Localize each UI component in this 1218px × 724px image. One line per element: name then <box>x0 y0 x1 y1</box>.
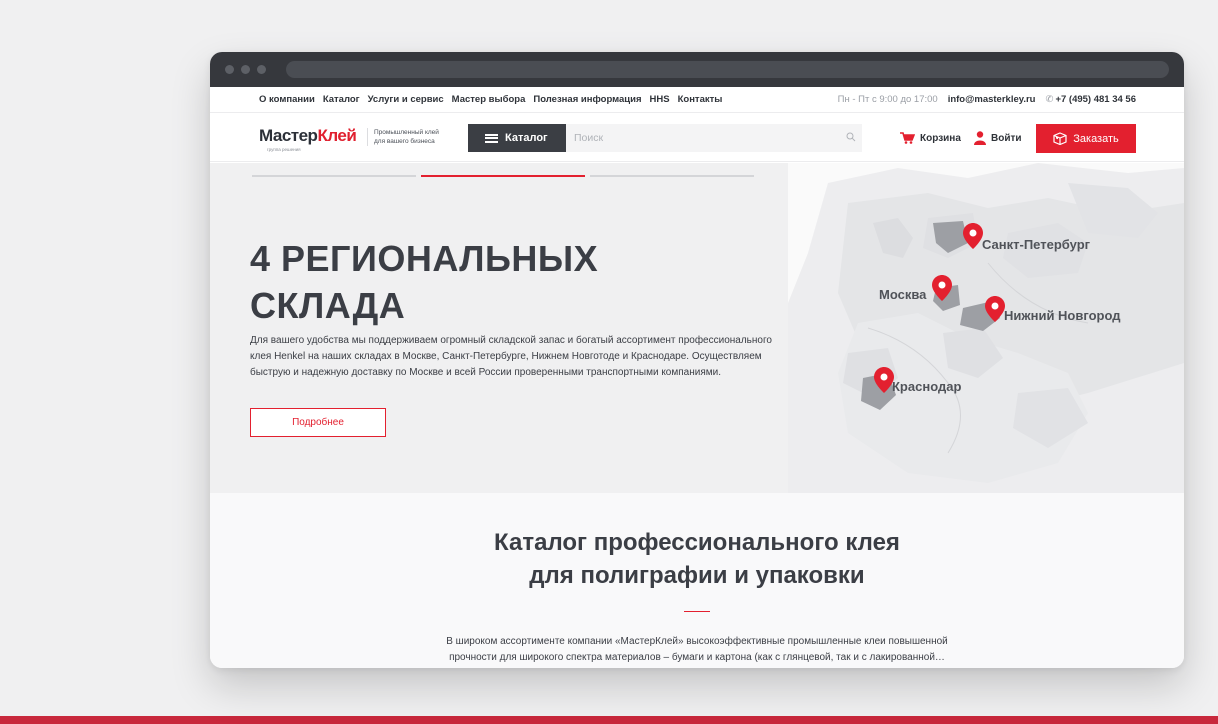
hero-title-line-2: СКЛАДА <box>250 285 406 326</box>
cart-icon <box>900 132 915 144</box>
catalog-button[interactable]: Каталог <box>468 124 566 152</box>
slider-progress-2-active[interactable] <box>421 175 585 177</box>
more-button[interactable]: Подробнее <box>250 408 386 437</box>
cart-link[interactable]: Корзина <box>900 132 961 144</box>
hero-description: Для вашего удобства мы поддерживаем огро… <box>250 335 772 378</box>
hero-banner: 4 РЕГИОНАЛЬНЫХ СКЛАДА Для вашего удобств… <box>210 163 1184 493</box>
nav-item-contacts[interactable]: Контакты <box>678 94 723 105</box>
nav-item-info[interactable]: Полезная информация <box>533 94 641 105</box>
catalog-button-label: Каталог <box>505 132 548 144</box>
map-pin-icon-msk[interactable] <box>932 275 952 301</box>
catalog-title: Каталог профессионального клея для полиг… <box>210 526 1184 592</box>
catalog-text-line-1: В широком ассортименте компании «МастерК… <box>446 636 948 647</box>
cart-label: Корзина <box>920 132 961 144</box>
nav-item-catalog[interactable]: Каталог <box>323 94 360 105</box>
window-dot-maximize[interactable] <box>257 65 266 74</box>
phone-icon: ✆ <box>1045 94 1054 105</box>
search-icon[interactable] <box>846 132 856 142</box>
map-background <box>788 163 1184 493</box>
box-icon <box>1053 132 1067 145</box>
tagline-line-1: Промышленный клей <box>374 129 439 136</box>
city-label-krd: Краснодар <box>892 379 962 394</box>
map-pin-icon-spb[interactable] <box>963 223 983 249</box>
window-dot-minimize[interactable] <box>241 65 250 74</box>
address-bar[interactable] <box>286 61 1169 78</box>
nav-item-services[interactable]: Услуги и сервис <box>368 94 444 105</box>
nav-item-wizard[interactable]: Мастер выбора <box>452 94 526 105</box>
city-label-nn: Нижний Новгород <box>1004 308 1121 323</box>
slider-progress-3[interactable] <box>590 175 754 177</box>
catalog-section: Каталог профессионального клея для полиг… <box>210 493 1184 668</box>
logo-subtitle: группа решения <box>267 147 301 152</box>
browser-chrome <box>210 52 1184 87</box>
hero-title-line-1: 4 РЕГИОНАЛЬНЫХ <box>250 238 599 279</box>
site-header: МастерКлей группа решения Промышленный к… <box>210 112 1184 162</box>
catalog-divider <box>684 611 710 612</box>
logo[interactable]: МастерКлей <box>259 126 357 146</box>
login-link[interactable]: Войти <box>974 131 1022 145</box>
phone-link[interactable]: +7 (495) 481 34 56 <box>1055 94 1136 105</box>
user-icon <box>974 131 986 145</box>
top-bar: О компании Каталог Услуги и сервис Масте… <box>210 87 1184 112</box>
order-button[interactable]: Заказать <box>1036 124 1136 153</box>
working-hours: Пн - Пт с 9:00 до 17:00 <box>837 94 938 105</box>
search-input[interactable] <box>566 124 862 152</box>
city-label-spb: Санкт-Петербург <box>982 237 1091 252</box>
login-label: Войти <box>991 132 1022 144</box>
tagline-line-2: для вашего бизнеса <box>374 138 435 145</box>
logo-text-dark: Мастер <box>259 126 318 145</box>
hero-title: 4 РЕГИОНАЛЬНЫХ СКЛАДА <box>250 235 770 329</box>
map-pin-icon-krd[interactable] <box>874 367 894 393</box>
nav-item-about[interactable]: О компании <box>259 94 315 105</box>
catalog-title-line-2: для полиграфии и упаковки <box>529 562 865 589</box>
map-pin-icon-nn[interactable] <box>985 296 1005 322</box>
slider-progress-1[interactable] <box>252 175 416 177</box>
contact-info: Пн - Пт с 9:00 до 17:00 info@masterkley.… <box>838 94 1136 105</box>
catalog-text-line-2: прочности для широкого спектра материало… <box>449 652 945 663</box>
catalog-title-line-1: Каталог профессионального клея <box>494 529 900 556</box>
russia-map: Санкт-Петербург Москва Нижний Новгород К… <box>788 163 1184 493</box>
browser-window: О компании Каталог Услуги и сервис Масте… <box>210 52 1184 668</box>
bottom-accent-bar <box>0 716 1218 724</box>
nav-item-hhs[interactable]: HHS <box>650 94 670 105</box>
catalog-description: В широком ассортименте компании «МастерК… <box>390 634 1004 666</box>
menu-icon <box>485 133 498 143</box>
city-label-msk: Москва <box>879 287 927 302</box>
window-dot-close[interactable] <box>225 65 234 74</box>
tagline: Промышленный клей для вашего бизнеса <box>367 128 439 146</box>
top-nav: О компании Каталог Услуги и сервис Масте… <box>259 94 730 105</box>
logo-text-red: Клей <box>317 126 357 145</box>
order-label: Заказать <box>1073 132 1119 145</box>
email-link[interactable]: info@masterkley.ru <box>948 94 1036 105</box>
